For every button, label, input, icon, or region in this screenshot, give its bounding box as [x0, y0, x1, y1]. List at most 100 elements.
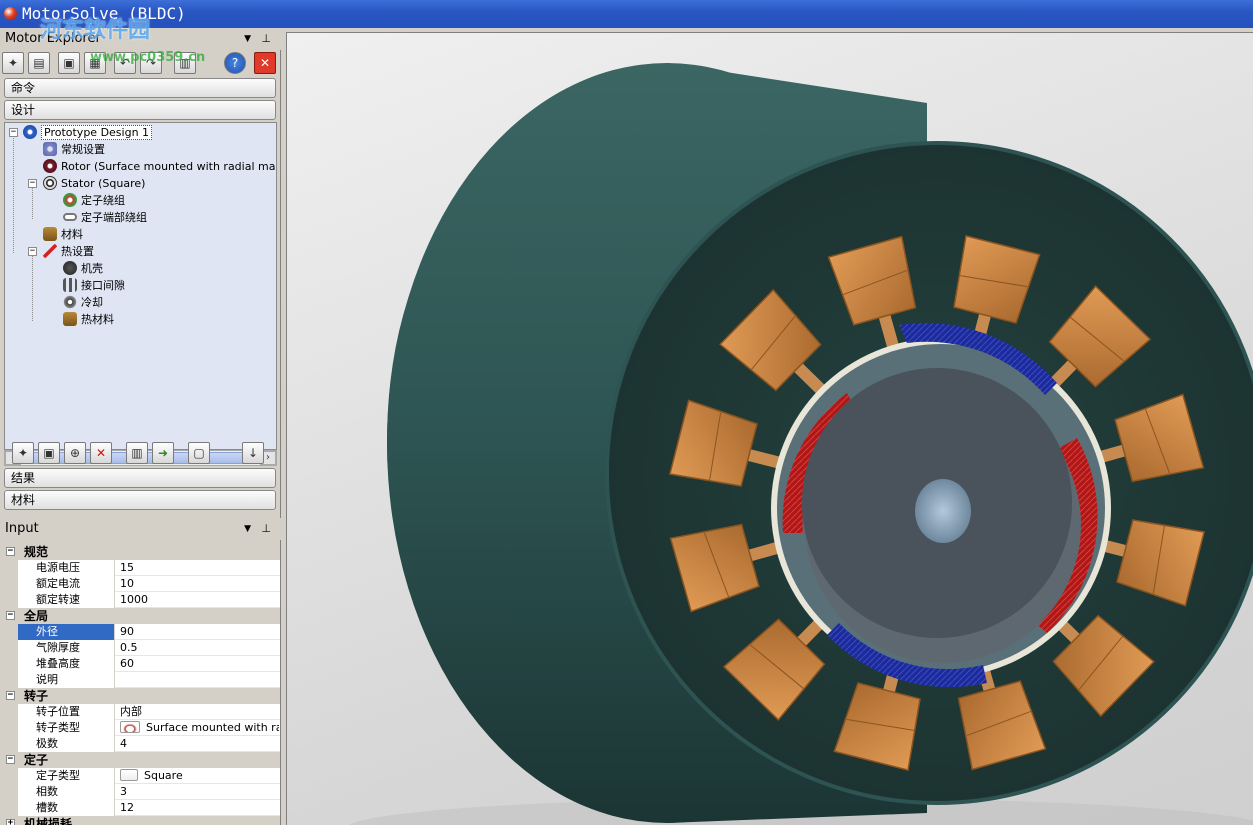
tree-item-label: Prototype Design 1 [41, 125, 153, 140]
redo-button[interactable]: ↷ [140, 52, 162, 74]
tree-item-rotor[interactable]: Rotor (Surface mounted with radial magne… [43, 159, 276, 175]
tree-item-cooling[interactable]: 冷却 [63, 295, 103, 311]
tree-item-interface-gap[interactable]: 接口间隙 [63, 278, 125, 294]
property-name: 转子位置 [18, 704, 115, 720]
collapse-toggle[interactable]: − [28, 247, 37, 256]
pin-icon[interactable]: ⊥ [261, 28, 271, 50]
tree-item-thermal-materials[interactable]: 热材料 [63, 312, 114, 328]
help-button[interactable]: ? [224, 52, 246, 74]
tree-item-label: 冷却 [81, 296, 103, 309]
category-label: 转子 [24, 689, 49, 703]
category-mechanical-loss[interactable]: + 机械损耗 [0, 816, 280, 825]
property-row[interactable]: 外径 90 [0, 624, 280, 640]
tree-item-general-settings[interactable]: 常规设置 [43, 142, 105, 158]
property-value[interactable]: 10 [116, 576, 279, 592]
category-stator[interactable]: − 定子 [0, 752, 280, 768]
tree-item-label: 热设置 [61, 245, 94, 258]
property-name: 电源电压 [18, 560, 115, 576]
tree-item-end-winding[interactable]: 定子端部绕组 [63, 210, 147, 226]
property-row[interactable]: 额定转速 1000 [0, 592, 280, 608]
add-design-button[interactable]: ✦ [12, 442, 34, 464]
winding-icon [63, 193, 77, 207]
property-row[interactable]: 相数 3 [0, 784, 280, 800]
design-icon [23, 125, 37, 139]
property-value[interactable]: 内部 [116, 704, 279, 720]
design-tree: − − − Prototype Design 1 常规设置 Rotor (Sur… [4, 122, 277, 450]
results-bar[interactable]: 结果 [4, 468, 276, 488]
open-button[interactable]: ▤ [28, 52, 50, 74]
save-as-button[interactable]: ▦ [84, 52, 106, 74]
property-value[interactable] [116, 672, 279, 688]
new-design-button[interactable]: ✦ [2, 52, 24, 74]
copy-design-button[interactable]: ⊕ [64, 442, 86, 464]
tree-item-stator[interactable]: Stator (Square) [43, 176, 145, 192]
close-button[interactable]: ✕ [254, 52, 276, 74]
property-name: 槽数 [18, 800, 115, 816]
collapse-toggle[interactable]: − [6, 547, 15, 556]
property-value[interactable]: 60 [116, 656, 279, 672]
collapse-toggle[interactable]: − [28, 179, 37, 188]
chevron-down-icon[interactable]: ▼ [244, 28, 251, 50]
property-row[interactable]: 槽数 12 [0, 800, 280, 816]
property-row[interactable]: 气隙厚度 0.5 [0, 640, 280, 656]
sort-button[interactable]: ↓ [242, 442, 264, 464]
materials-bar[interactable]: 材料 [4, 490, 276, 510]
property-value[interactable]: 12 [116, 800, 279, 816]
category-spec[interactable]: − 规范 [0, 544, 280, 560]
property-value[interactable]: Square [116, 768, 279, 784]
category-label: 定子 [24, 753, 49, 767]
category-label: 规范 [24, 545, 49, 559]
input-header: Input ▼ ⊥ [0, 518, 281, 540]
category-global[interactable]: − 全局 [0, 608, 280, 624]
undo-button[interactable]: ↶ [114, 52, 136, 74]
property-value[interactable]: 3 [116, 784, 279, 800]
property-row[interactable]: 说明 [0, 672, 280, 688]
property-row[interactable]: 电源电压 15 [0, 560, 280, 576]
collapse-toggle[interactable]: − [6, 611, 15, 620]
property-name: 定子类型 [18, 768, 115, 784]
collapse-toggle[interactable]: + [6, 819, 15, 825]
property-value[interactable]: 90 [116, 624, 279, 640]
motor-explorer-header: Motor Explorer ▼ ⊥ [0, 28, 281, 50]
property-row[interactable]: 转子位置 内部 [0, 704, 280, 720]
thermal-icon [43, 244, 57, 258]
property-value[interactable]: 1000 [116, 592, 279, 608]
property-value[interactable]: 4 [116, 736, 279, 752]
end-winding-icon [63, 213, 77, 221]
lock-button[interactable]: ▢ [188, 442, 210, 464]
property-row[interactable]: 定子类型 Square [0, 768, 280, 784]
property-row[interactable]: 极数 4 [0, 736, 280, 752]
pin-icon[interactable]: ⊥ [261, 518, 271, 540]
property-value[interactable]: 0.5 [116, 640, 279, 656]
tree-item-label: 接口间隙 [81, 279, 125, 292]
tree-item-housing[interactable]: 机壳 [63, 261, 103, 277]
chevron-down-icon[interactable]: ▼ [244, 518, 251, 540]
tree-item-stator-winding[interactable]: 定子绕组 [63, 193, 125, 209]
export-button[interactable]: ➜ [152, 442, 174, 464]
collapse-toggle[interactable]: − [6, 691, 15, 700]
cooling-icon [63, 295, 77, 309]
tree-item-label: 机壳 [81, 262, 103, 275]
category-rotor[interactable]: − 转子 [0, 688, 280, 704]
3d-model-viewport[interactable] [286, 32, 1253, 825]
tree-item-thermal-settings[interactable]: 热设置 [43, 244, 94, 260]
collapse-toggle[interactable]: − [6, 755, 15, 764]
tree-item-prototype-design[interactable]: Prototype Design 1 [23, 125, 153, 141]
property-row[interactable]: 堆叠高度 60 [0, 656, 280, 672]
tree-item-materials[interactable]: 材料 [43, 227, 83, 243]
property-name: 极数 [18, 736, 115, 752]
save-button[interactable]: ▣ [58, 52, 80, 74]
collapse-toggle[interactable]: − [9, 128, 18, 137]
duplicate-design-button[interactable]: ▣ [38, 442, 60, 464]
rotor-icon [43, 159, 57, 173]
design-bar[interactable]: 设计 [4, 100, 276, 120]
motor-3d-model [349, 63, 1253, 825]
property-value[interactable]: 15 [116, 560, 279, 576]
compare-button[interactable]: ▥ [126, 442, 148, 464]
commands-bar[interactable]: 命令 [4, 78, 276, 98]
delete-design-button[interactable]: ✕ [90, 442, 112, 464]
property-value[interactable]: Surface mounted with ra… [116, 720, 279, 736]
property-row[interactable]: 额定电流 10 [0, 576, 280, 592]
property-row[interactable]: 转子类型 Surface mounted with ra… [0, 720, 280, 736]
properties-button[interactable]: ▥ [174, 52, 196, 74]
